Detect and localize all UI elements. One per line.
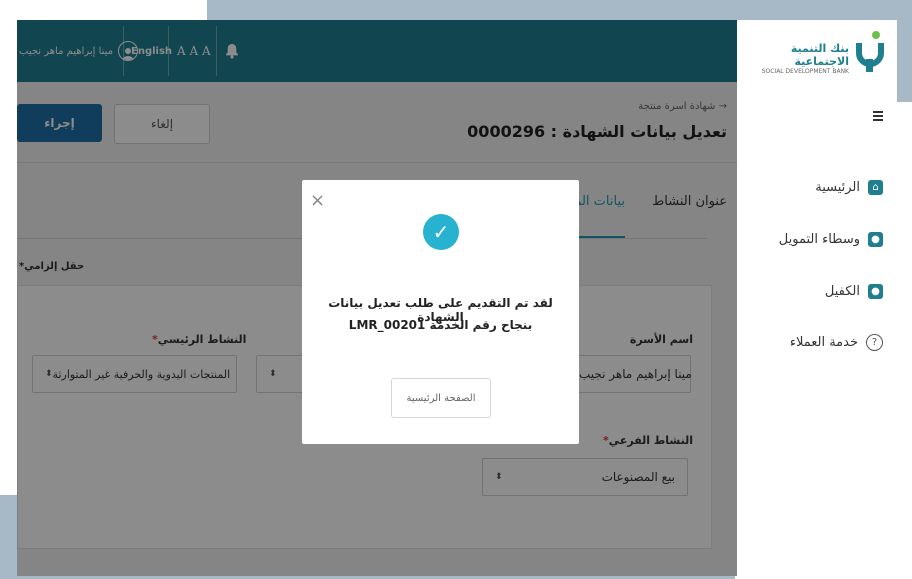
app-window: مينا إبراهيم ماهر نجيب English A A A بنك… [17, 20, 897, 576]
success-dialog: × ✓ لقد تم التقديم على طلب تعديل بيانات … [302, 180, 579, 444]
home-page-button[interactable]: الصفحة الرئيسية [391, 378, 491, 418]
sidebar-item-customer-service[interactable]: ? خدمة العملاء [790, 334, 883, 351]
sidebar-item-label: وسطاء التمويل [778, 232, 860, 247]
bank-logo: بنك التنمية الاجتماعية SOCIAL DEVELOPMEN… [737, 20, 897, 82]
logo-arabic-name: بنك التنمية الاجتماعية [790, 42, 849, 68]
menu-toggle-icon[interactable] [873, 111, 883, 121]
home-page-button-label: الصفحة الرئيسية [406, 392, 476, 404]
logo-mark-icon [855, 29, 885, 73]
sidebar-item-label: خدمة العملاء [789, 335, 858, 350]
success-message-line2: بنجاح رقم الخدمة LMR_00201 [348, 318, 533, 332]
sidebar-item-home[interactable]: ⌂ الرئيسية [815, 180, 883, 195]
person-card-icon: ● [868, 232, 883, 247]
logo-english-name: SOCIAL DEVELOPMENT BANK [761, 68, 849, 75]
home-icon: ⌂ [868, 180, 883, 195]
sidebar: بنك التنمية الاجتماعية SOCIAL DEVELOPMEN… [737, 20, 897, 576]
sidebar-item-finance-brokers[interactable]: ● وسطاء التمويل [779, 232, 883, 247]
close-icon[interactable]: × [310, 190, 325, 211]
person-card-icon: ● [868, 284, 883, 299]
help-icon: ? [866, 334, 883, 351]
sidebar-item-label: الرئيسية [815, 180, 860, 195]
success-check-icon: ✓ [423, 214, 459, 250]
sidebar-item-guarantor[interactable]: ● الكفيل [825, 284, 883, 299]
sidebar-item-label: الكفيل [824, 284, 860, 299]
logo-text: بنك التنمية الاجتماعية SOCIAL DEVELOPMEN… [737, 42, 849, 75]
